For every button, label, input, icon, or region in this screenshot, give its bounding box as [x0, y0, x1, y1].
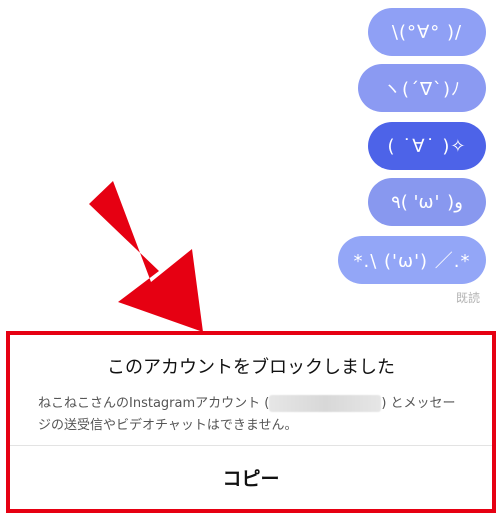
- message-bubble[interactable]: ( ˙∀˙ )✧: [368, 122, 486, 170]
- redacted-username: [269, 395, 382, 412]
- message-text: ヽ(´∇`)ﾉ: [382, 79, 462, 100]
- block-notice-description: ねこねこさんのInstagramアカウント () とメッセージの送受信やビデオチ…: [38, 393, 466, 437]
- read-status: 既読: [455, 291, 480, 305]
- message-text: *.\ ('ω') ／.*: [353, 251, 471, 272]
- message-bubble[interactable]: ヽ(´∇`)ﾉ: [358, 64, 486, 112]
- message-bubble[interactable]: ٩( 'ω' )و: [368, 178, 486, 226]
- copy-button[interactable]: コピー: [10, 446, 492, 509]
- message-bubble[interactable]: *.\ ('ω') ／.*: [338, 236, 486, 284]
- block-notice-panel: このアカウントをブロックしました ねこねこさんのInstagramアカウント (…: [6, 331, 496, 513]
- message-bubble[interactable]: \(°∀° )/: [368, 8, 486, 56]
- message-text: ٩( 'ω' )و: [391, 191, 463, 213]
- block-notice-title: このアカウントをブロックしました: [107, 357, 395, 378]
- block-notice-desc-start: ねこねこさんのInstagramアカウント (: [38, 396, 270, 411]
- message-text: \(°∀° )/: [391, 21, 463, 43]
- arrow-shape: [89, 181, 203, 332]
- message-text: ( ˙∀˙ )✧: [387, 135, 467, 157]
